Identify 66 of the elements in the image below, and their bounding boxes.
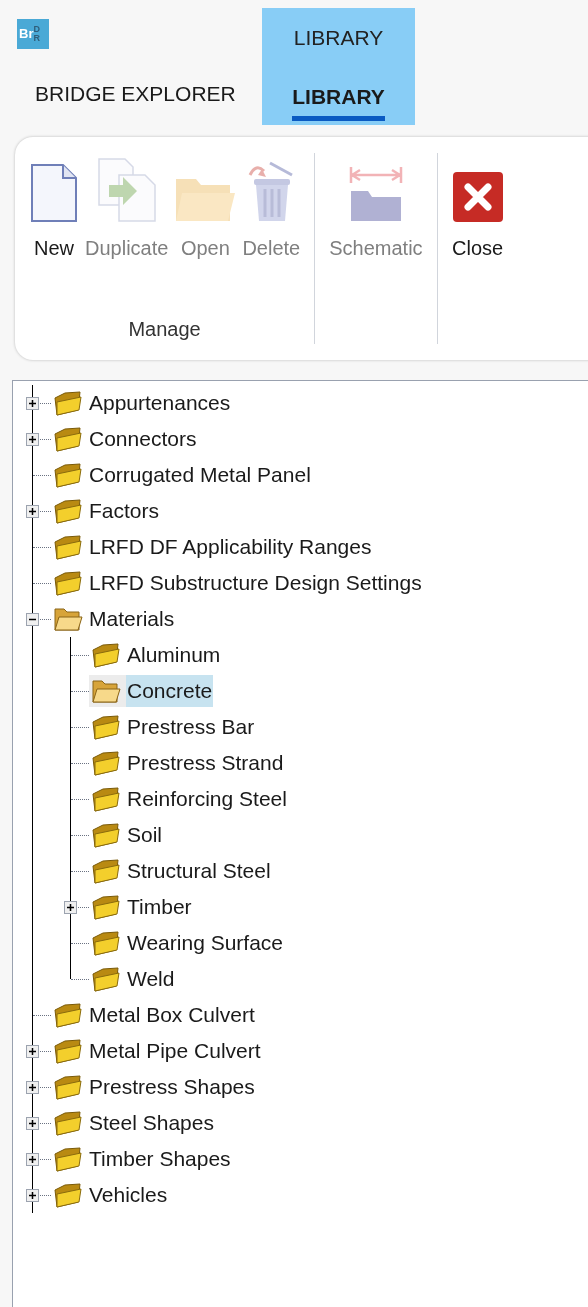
tree-item[interactable]: Metal Box Culvert bbox=[88, 999, 256, 1031]
copy-documents-icon bbox=[96, 157, 157, 223]
folder-icon bbox=[53, 390, 83, 416]
tree-item[interactable]: Steel Shapes bbox=[88, 1107, 215, 1139]
tree-item[interactable]: LRFD Substructure Design Settings bbox=[88, 567, 423, 599]
tree-item[interactable]: Structural Steel bbox=[126, 855, 272, 887]
folder-icon bbox=[53, 570, 83, 596]
expand-toggle[interactable] bbox=[26, 505, 39, 518]
expand-toggle[interactable] bbox=[26, 1081, 39, 1094]
tree-item[interactable]: Concrete bbox=[126, 675, 214, 707]
folder-icon bbox=[91, 858, 121, 884]
tree-item[interactable]: Wearing Surface bbox=[126, 927, 285, 959]
tree-item[interactable]: Appurtenances bbox=[88, 387, 232, 419]
folder-icon bbox=[53, 1074, 83, 1100]
folder-icon bbox=[91, 642, 121, 668]
folder-icon bbox=[91, 822, 121, 848]
folder-icon bbox=[91, 966, 121, 992]
tree-item[interactable]: Reinforcing Steel bbox=[126, 783, 288, 815]
folder-icon bbox=[53, 462, 83, 488]
tree-item[interactable]: Timber Shapes bbox=[88, 1143, 232, 1175]
folder-dimension-icon bbox=[347, 165, 404, 223]
folder-icon bbox=[91, 894, 121, 920]
folder-icon bbox=[53, 1038, 83, 1064]
folder-icon bbox=[53, 1110, 83, 1136]
tree-item[interactable]: Timber bbox=[126, 891, 193, 923]
tree-item[interactable]: Vehicles bbox=[88, 1179, 169, 1211]
tree-item[interactable]: Factors bbox=[88, 495, 160, 527]
tree-item[interactable]: Materials bbox=[88, 603, 176, 635]
folder-icon bbox=[91, 786, 121, 812]
expand-toggle[interactable] bbox=[26, 1189, 39, 1202]
expand-toggle[interactable] bbox=[26, 433, 39, 446]
folder-icon bbox=[53, 1182, 83, 1208]
ribbon-button[interactable]: New bbox=[27, 153, 81, 263]
ribbon-tab[interactable]: BRIDGE EXPLORER bbox=[35, 77, 236, 109]
tree-item[interactable]: Soil bbox=[126, 819, 164, 851]
tree-item[interactable]: Weld bbox=[126, 963, 176, 995]
expand-toggle[interactable] bbox=[26, 1153, 39, 1166]
group-label: Manage bbox=[128, 317, 201, 342]
expand-toggle[interactable] bbox=[26, 397, 39, 410]
folder-icon bbox=[53, 426, 83, 452]
tree-item[interactable]: Prestress Bar bbox=[126, 711, 256, 743]
folder-icon bbox=[53, 1146, 83, 1172]
tree-item[interactable]: Prestress Shapes bbox=[88, 1071, 256, 1103]
expand-toggle[interactable] bbox=[26, 1045, 39, 1058]
tree-item[interactable]: LRFD DF Applicability Ranges bbox=[88, 531, 373, 563]
folder-icon bbox=[53, 498, 83, 524]
context-tab-label: LIBRARY bbox=[293, 25, 384, 51]
tree-item[interactable]: Corrugated Metal Panel bbox=[88, 459, 312, 491]
collapse-toggle[interactable] bbox=[26, 613, 39, 626]
expand-toggle[interactable] bbox=[64, 901, 77, 914]
ribbon-button[interactable]: Close bbox=[449, 153, 506, 263]
folder-icon bbox=[91, 750, 121, 776]
open-folder-icon bbox=[91, 678, 121, 704]
folder-icon bbox=[53, 1002, 83, 1028]
close-icon bbox=[451, 171, 504, 223]
folder-icon bbox=[53, 534, 83, 560]
folder-icon bbox=[91, 714, 121, 740]
folder-icon bbox=[91, 930, 121, 956]
tree-item[interactable]: Connectors bbox=[88, 423, 198, 455]
tree-item[interactable]: Metal Pipe Culvert bbox=[88, 1035, 262, 1067]
tree-item[interactable]: Aluminum bbox=[126, 639, 222, 671]
tree-item[interactable]: Prestress Strand bbox=[126, 747, 285, 779]
expand-toggle[interactable] bbox=[26, 1117, 39, 1130]
document-icon bbox=[29, 163, 79, 223]
open-folder-icon bbox=[53, 606, 83, 632]
ribbon-tab[interactable]: LIBRARY bbox=[292, 80, 385, 121]
